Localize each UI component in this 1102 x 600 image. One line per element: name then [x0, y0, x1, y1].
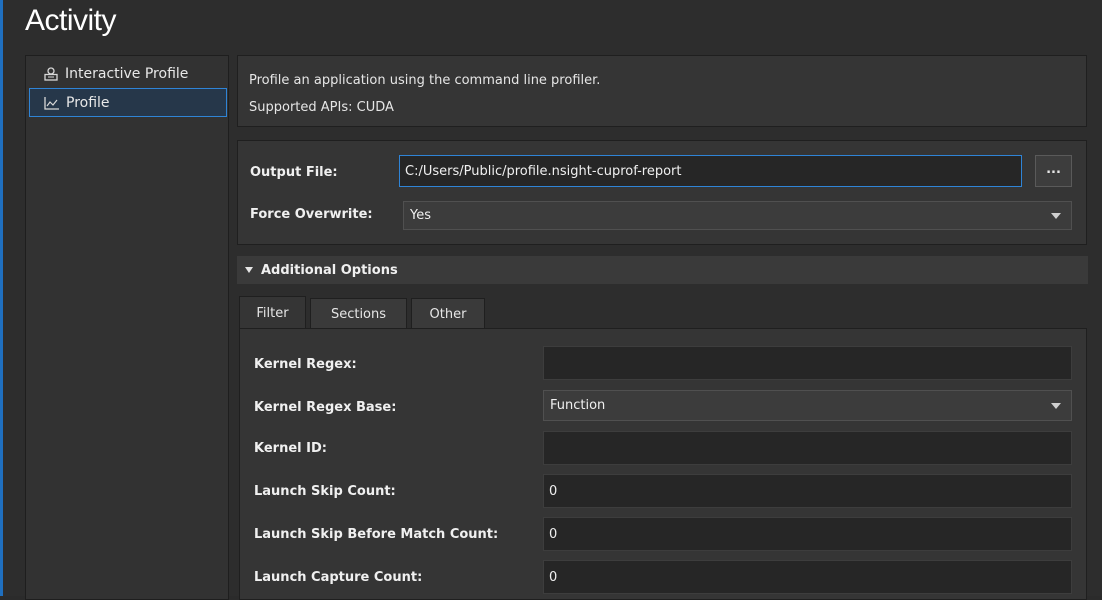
description-line: Profile an application using the command…: [249, 73, 601, 88]
triangle-down-icon: [245, 267, 253, 273]
kernel-id-label: Kernel ID:: [254, 441, 327, 456]
tab-filter[interactable]: Filter: [239, 296, 306, 329]
profile-chart-icon: [44, 96, 60, 110]
output-file-label: Output File:: [250, 165, 338, 180]
launch-capture-count-input[interactable]: 0: [543, 560, 1072, 594]
chevron-down-icon: [1051, 212, 1061, 219]
additional-options-label: Additional Options: [261, 262, 398, 278]
browse-button[interactable]: ...: [1035, 155, 1072, 187]
kernel-regex-base-value: Function: [550, 398, 606, 413]
launch-skip-count-label: Launch Skip Count:: [254, 484, 396, 499]
kernel-id-input[interactable]: [543, 431, 1072, 465]
output-settings-panel: Output File: C:/Users/Public/profile.nsi…: [237, 140, 1087, 245]
tab-sections[interactable]: Sections: [310, 298, 407, 329]
filter-tab-panel: Kernel Regex: Kernel Regex Base: Functio…: [239, 328, 1087, 600]
sidebar-item-label: Profile: [66, 94, 110, 111]
launch-capture-count-label: Launch Capture Count:: [254, 570, 423, 585]
supported-apis-text: Supported APIs: CUDA: [249, 100, 394, 115]
additional-options-toggle[interactable]: Additional Options: [237, 256, 1088, 284]
launch-skip-count-input[interactable]: 0: [543, 474, 1072, 508]
sidebar-item-interactive-profile[interactable]: Interactive Profile: [29, 59, 227, 88]
activity-window: Activity Interactive Profile Profile Pro…: [0, 0, 1102, 600]
sidebar-item-label: Interactive Profile: [65, 65, 189, 82]
interactive-profile-icon: [43, 66, 59, 81]
sidebar-item-profile[interactable]: Profile: [29, 88, 227, 117]
launch-skip-before-match-count-input[interactable]: 0: [543, 517, 1072, 551]
kernel-regex-label: Kernel Regex:: [254, 357, 357, 372]
activity-description: Profile an application using the command…: [237, 55, 1087, 127]
force-overwrite-select[interactable]: Yes: [403, 201, 1072, 230]
kernel-regex-input[interactable]: [543, 346, 1072, 380]
chevron-down-icon: [1051, 402, 1061, 409]
launch-skip-before-match-count-label: Launch Skip Before Match Count:: [254, 527, 499, 542]
force-overwrite-label: Force Overwrite:: [250, 207, 373, 222]
force-overwrite-value: Yes: [410, 208, 431, 223]
output-file-input[interactable]: C:/Users/Public/profile.nsight-cuprof-re…: [399, 155, 1022, 187]
kernel-regex-base-select[interactable]: Function: [543, 390, 1072, 421]
page-title: Activity: [25, 4, 117, 37]
kernel-regex-base-label: Kernel Regex Base:: [254, 400, 397, 415]
activity-sidebar: Interactive Profile Profile: [25, 55, 229, 600]
tab-other[interactable]: Other: [411, 298, 485, 329]
